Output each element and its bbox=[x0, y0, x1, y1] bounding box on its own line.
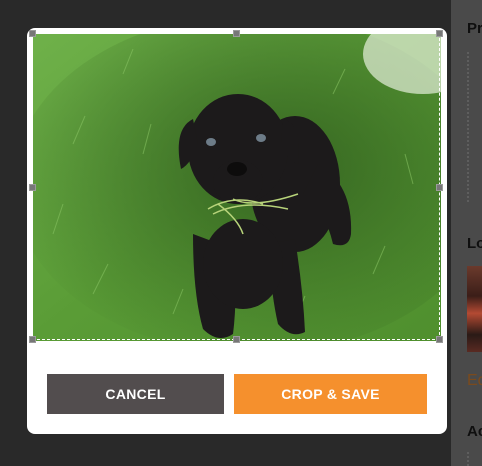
side-panel: Pr Lo Ed Ac bbox=[451, 0, 482, 466]
crop-handle-right[interactable] bbox=[436, 184, 443, 191]
crop-modal: CANCEL CROP & SAVE bbox=[27, 28, 447, 434]
crop-handle-top-left[interactable] bbox=[29, 30, 36, 37]
cancel-button[interactable]: CANCEL bbox=[47, 374, 224, 414]
crop-handle-bottom-right[interactable] bbox=[436, 336, 443, 343]
crop-and-save-button[interactable]: CROP & SAVE bbox=[234, 374, 427, 414]
crop-handle-left[interactable] bbox=[29, 184, 36, 191]
crop-handle-top-right[interactable] bbox=[436, 30, 443, 37]
crop-frame[interactable] bbox=[29, 30, 443, 343]
side-edit-link[interactable]: Ed bbox=[467, 372, 482, 390]
side-divider-bottom bbox=[467, 452, 471, 466]
side-thumbnail[interactable] bbox=[467, 266, 482, 352]
side-heading-account: Ac bbox=[467, 423, 482, 440]
side-heading-location: Lo bbox=[467, 235, 482, 252]
side-divider bbox=[467, 52, 471, 202]
crop-handle-top[interactable] bbox=[233, 30, 240, 37]
crop-handle-bottom[interactable] bbox=[233, 336, 240, 343]
crop-handle-bottom-left[interactable] bbox=[29, 336, 36, 343]
side-heading-profile: Pr bbox=[467, 20, 482, 37]
